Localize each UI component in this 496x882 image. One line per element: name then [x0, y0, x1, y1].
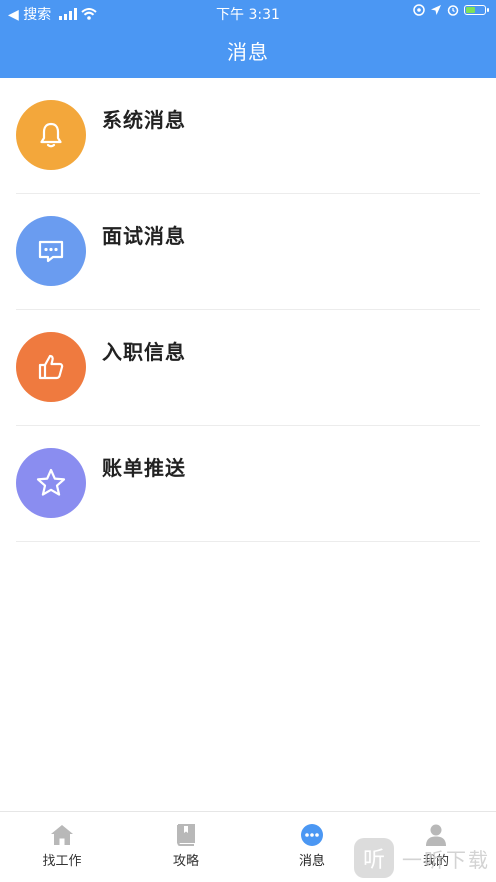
message-item-interview[interactable]: 面试消息: [16, 194, 480, 310]
chat-icon: [38, 240, 64, 263]
bell-icon: [40, 122, 62, 148]
bottom-tab-bar: 找工作 攻略 消息 我的 听 一听下载: [0, 811, 496, 882]
star-icon-badge: [16, 448, 86, 518]
orientation-lock-icon: [413, 4, 425, 16]
status-right: [413, 4, 489, 16]
message-item-label: 账单推送: [102, 456, 186, 480]
watermark: 听 一听下载: [354, 838, 490, 878]
battery-icon: [464, 5, 489, 15]
alarm-icon: [447, 5, 459, 16]
home-icon: [51, 825, 73, 845]
chat-icon-badge: [16, 216, 86, 286]
tab-label: 攻略: [172, 854, 199, 869]
tab-label: 消息: [298, 854, 325, 869]
book-icon: [177, 824, 195, 846]
message-item-onboarding[interactable]: 入职信息: [16, 310, 480, 426]
thumbs-up-icon-badge: [16, 332, 86, 402]
message-item-label: 系统消息: [102, 108, 186, 132]
thumbs-up-icon: [38, 354, 64, 380]
tab-find-job[interactable]: 找工作: [12, 824, 112, 880]
tab-guide[interactable]: 攻略: [136, 824, 236, 880]
message-item-system[interactable]: 系统消息: [16, 78, 480, 194]
star-icon: [36, 468, 66, 496]
message-category-list: 系统消息 面试消息 入职信息 账单推送: [0, 78, 496, 542]
status-bar: ◀ 搜索 下午 3:31: [0, 0, 496, 26]
tab-label: 找工作: [42, 854, 82, 869]
page-title: 消息: [227, 40, 269, 64]
message-item-label: 入职信息: [102, 340, 186, 364]
message-item-label: 面试消息: [102, 224, 186, 248]
location-icon: [431, 5, 441, 15]
bell-icon-badge: [16, 100, 86, 170]
watermark-text: 一听下载: [402, 847, 490, 872]
message-item-billing[interactable]: 账单推送: [16, 426, 480, 542]
watermark-logo: 听: [354, 838, 394, 878]
tab-messages[interactable]: 消息: [262, 824, 362, 880]
top-bar: ◀ 搜索 下午 3:31 消息: [0, 0, 496, 78]
message-icon: [301, 824, 323, 846]
